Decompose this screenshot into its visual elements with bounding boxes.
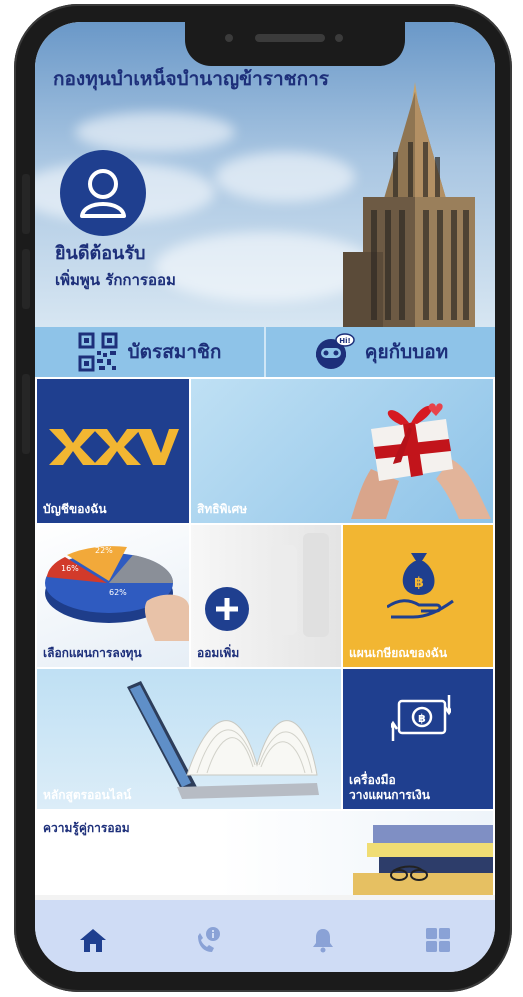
user-icon bbox=[80, 169, 126, 218]
tab-menu[interactable] bbox=[418, 920, 458, 960]
retirement-plan-label: แผนเกษียณของฉัน bbox=[349, 646, 448, 660]
sensor-dot bbox=[225, 34, 233, 42]
menu-grid: บัญชีของฉัน สิทธิพิเศษ 22% 16% 62% เลือก… bbox=[35, 377, 495, 895]
svg-text:Hi!: Hi! bbox=[339, 337, 350, 345]
tile-savings-knowledge[interactable]: ความรู้คู่การออม bbox=[37, 811, 493, 895]
currency-exchange-icon: ฿ bbox=[391, 695, 451, 741]
notch bbox=[185, 22, 405, 66]
gift-image bbox=[351, 403, 491, 519]
pie-label-16: 16% bbox=[61, 564, 79, 573]
phone-info-icon bbox=[197, 927, 220, 952]
pie-chart-image: 22% 16% 62% bbox=[45, 546, 189, 641]
pie-label-62: 62% bbox=[109, 588, 127, 597]
camera-dot bbox=[335, 34, 343, 42]
finance-tools-line1: เครื่องมือ bbox=[349, 773, 396, 787]
welcome-text: ยินดีต้อนรับ bbox=[55, 243, 146, 264]
hero-banner: กองทุนบำเหน็จบำนาญข้าราชการ ยินดีต้อนรับ… bbox=[35, 22, 495, 327]
tile-retirement-plan[interactable]: ฿ แผนเกษียณของฉัน bbox=[343, 525, 493, 667]
speaker-grille bbox=[255, 34, 325, 42]
app-screen: กองทุนบำเหน็จบำนาญข้าราชการ ยินดีต้อนรับ… bbox=[35, 22, 495, 972]
tab-notifications[interactable] bbox=[303, 920, 343, 960]
bottom-tab-bar bbox=[35, 900, 495, 972]
pie-label-22: 22% bbox=[95, 546, 113, 555]
privileges-label: สิทธิพิเศษ bbox=[197, 502, 248, 516]
home-icon bbox=[79, 929, 106, 952]
svg-text:฿: ฿ bbox=[418, 712, 426, 725]
money-bag-hand-icon: ฿ bbox=[387, 553, 454, 619]
tab-contact[interactable] bbox=[188, 920, 228, 960]
tile-save-more[interactable]: ออมเพิ่ม bbox=[191, 525, 341, 667]
my-account-label: บัญชีของฉัน bbox=[43, 502, 107, 516]
laptop-book-image bbox=[127, 681, 319, 799]
profile-avatar[interactable] bbox=[60, 150, 146, 236]
volume-down-button bbox=[22, 249, 30, 309]
xxv-logo bbox=[49, 429, 179, 465]
svg-text:฿: ฿ bbox=[414, 575, 424, 591]
tagline-text: เพิ่มพูน รักการออม bbox=[55, 271, 176, 289]
finance-tools-line2: วางแผนการเงิน bbox=[349, 788, 430, 802]
chatbot-button[interactable]: Hi! คุยกับบอท bbox=[266, 327, 495, 377]
member-card-label: บัตรสมาชิก bbox=[127, 341, 222, 363]
tab-home[interactable] bbox=[73, 920, 113, 960]
online-courses-label: หลักสูตรออนไลน์ bbox=[43, 788, 132, 802]
books-image bbox=[353, 825, 493, 895]
tile-my-account[interactable]: บัญชีของฉัน bbox=[37, 379, 189, 523]
tile-finance-tools[interactable]: ฿ เครื่องมือ วางแผนการเงิน bbox=[343, 669, 493, 809]
quick-actions-bar: บัตรสมาชิก Hi! คุยกับบอท bbox=[35, 327, 495, 377]
building-image bbox=[343, 82, 475, 327]
member-card-button[interactable]: บัตรสมาชิก bbox=[35, 327, 266, 377]
volume-up-button bbox=[22, 174, 30, 234]
tile-online-courses[interactable]: หลักสูตรออนไลน์ bbox=[37, 669, 341, 809]
save-more-label: ออมเพิ่ม bbox=[197, 646, 240, 660]
chatbot-label: คุยกับบอท bbox=[364, 341, 449, 363]
tile-investment-plan[interactable]: 22% 16% 62% เลือกแผนการลงทุน bbox=[37, 525, 189, 667]
tile-privileges[interactable]: สิทธิพิเศษ bbox=[191, 379, 493, 523]
qr-code-icon bbox=[78, 332, 118, 372]
add-icon bbox=[205, 587, 249, 631]
side-button bbox=[22, 374, 30, 454]
grid-icon bbox=[425, 928, 450, 952]
bell-icon bbox=[312, 929, 333, 953]
finance-tools-label: เครื่องมือ วางแผนการเงิน bbox=[349, 773, 430, 803]
savings-knowledge-label: ความรู้คู่การออม bbox=[43, 821, 130, 835]
app-title: กองทุนบำเหน็จบำนาญข้าราชการ bbox=[53, 68, 329, 90]
investment-plan-label: เลือกแผนการลงทุน bbox=[43, 646, 142, 660]
robot-icon: Hi! bbox=[315, 333, 355, 369]
